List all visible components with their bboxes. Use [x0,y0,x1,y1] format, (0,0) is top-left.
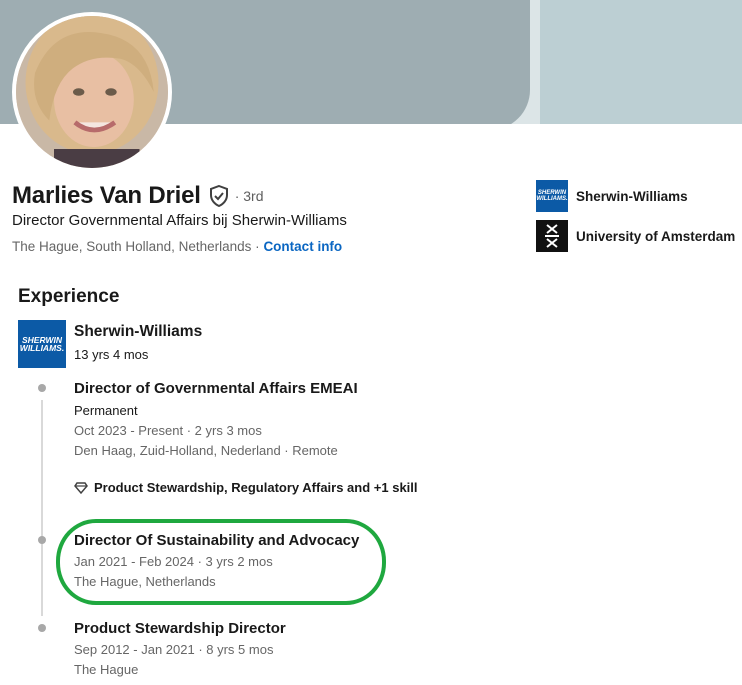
skills-text: Product Stewardship, Regulatory Affairs … [94,480,418,495]
org-name: University of Amsterdam [576,228,736,244]
profile-orgs: SHERWIN WILLIAMS. Sherwin-Williams Unive… [536,180,735,260]
org-university-of-amsterdam[interactable]: University of Amsterdam [536,220,735,252]
role-title: Director of Governmental Affairs EMEAI [74,380,358,397]
role-item[interactable]: Director of Governmental Affairs EMEAI P… [74,380,358,458]
sherwin-williams-logo: SHERWIN WILLIAMS. [18,320,66,368]
role-title: Product Stewardship Director [74,620,286,637]
employment-type: Permanent [74,403,138,418]
timeline-dot [38,536,46,544]
profile-name: Marlies Van Driel [12,182,201,209]
role-skills[interactable]: Product Stewardship, Regulatory Affairs … [74,480,418,495]
timeline-line [41,400,43,616]
role-item[interactable]: Director Of Sustainability and Advocacy … [74,532,359,589]
role-title: Director Of Sustainability and Advocacy [74,532,360,549]
location-separator: · [255,239,260,254]
org-sherwin-williams[interactable]: SHERWIN WILLIAMS. Sherwin-Williams [536,180,735,212]
role-dates: Jan 2021 - Feb 2024 · 3 yrs 2 mos [74,554,273,569]
role-item[interactable]: Product Stewardship Director Sep 2012 - … [74,620,286,677]
verified-shield-icon[interactable] [209,185,229,207]
experience-section-title: Experience [18,286,120,307]
company-duration: 13 yrs 4 mos [74,347,149,362]
profile-name-row: Marlies Van Driel · 3rd [12,182,264,210]
timeline-dot [38,624,46,632]
company-name: Sherwin-Williams [74,323,203,340]
profile-headline: Director Governmental Affairs bij Sherwi… [12,212,347,229]
profile-avatar[interactable] [12,12,172,172]
connection-degree: · 3rd [234,188,264,204]
diamond-icon [74,481,88,494]
location-row: The Hague, South Holland, Netherlands · … [12,239,342,254]
company-sherwin-williams[interactable]: SHERWIN WILLIAMS. Sherwin-Williams 13 yr… [18,320,202,368]
org-name: Sherwin-Williams [576,188,688,204]
timeline-dot [38,384,46,392]
role-dates: Sep 2012 - Jan 2021 · 8 yrs 5 mos [74,642,274,657]
role-location: Den Haag, Zuid-Holland, Nederland · Remo… [74,443,338,458]
role-location: The Hague, Netherlands [74,574,216,589]
university-of-amsterdam-logo [536,220,568,252]
profile-location: The Hague, South Holland, Netherlands [12,239,252,254]
role-dates: Oct 2023 - Present · 2 yrs 3 mos [74,423,262,438]
contact-info-link[interactable]: Contact info [263,239,342,254]
role-location: The Hague [74,662,139,677]
sherwin-williams-logo: SHERWIN WILLIAMS. [536,180,568,212]
